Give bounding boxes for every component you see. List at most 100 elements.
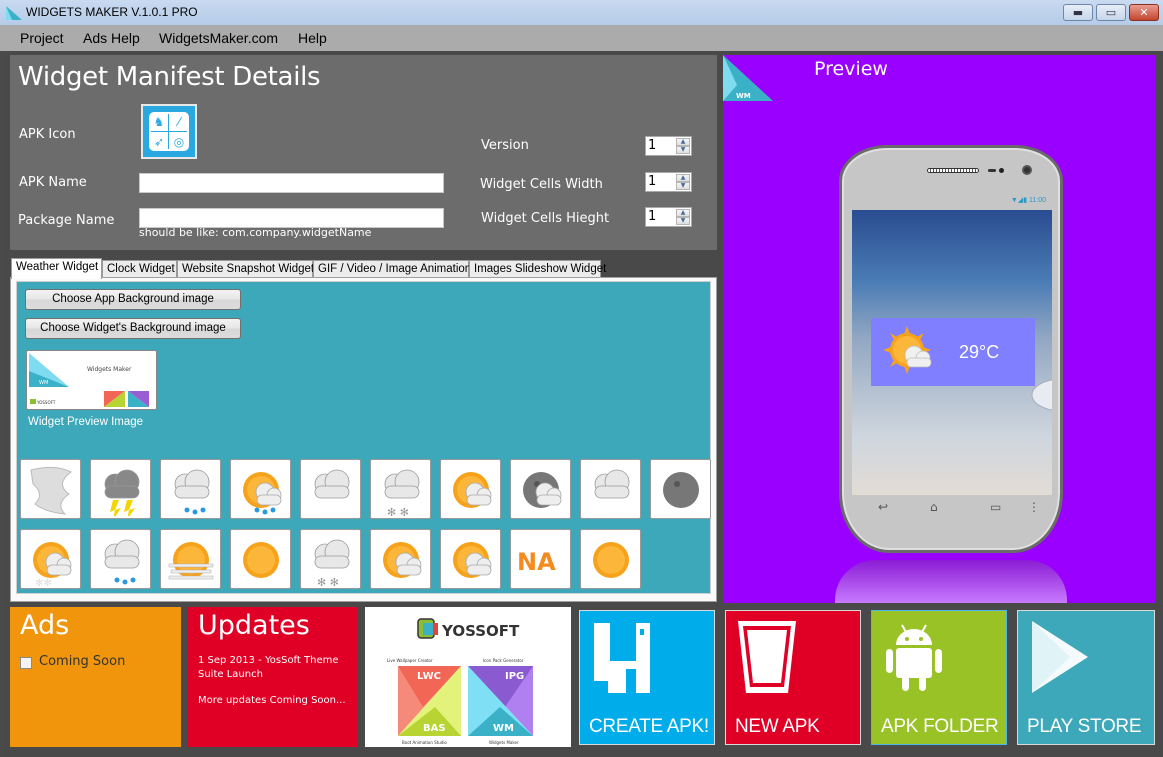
weather-icon-option[interactable]: ✻ ✻ — [300, 529, 361, 589]
moon-cloud-icon — [523, 472, 562, 508]
create-apk-button[interactable]: CREATE APK! — [579, 610, 715, 745]
apk-folder-button[interactable]: APK FOLDER — [871, 610, 1007, 745]
increment-icon[interactable]: ▲ — [676, 174, 690, 182]
thumb-title-text: Widgets Maker — [87, 366, 132, 373]
close-icon: ✕ — [1139, 6, 1149, 19]
tab-clock-widget[interactable]: Clock Widget — [102, 260, 177, 278]
recent-apps-icon[interactable]: ▭ — [990, 500, 1001, 514]
front-camera — [1022, 165, 1032, 175]
apk-icon-picker[interactable]: ♞ ⁄ ➶ ◎ — [141, 104, 197, 159]
choose-widget-background-button[interactable]: Choose Widget's Background image — [25, 318, 241, 339]
coming-soon-checkbox[interactable] — [20, 657, 32, 669]
package-name-label: Package Name — [18, 213, 115, 228]
cells-width-label: Widget Cells Width — [480, 177, 603, 192]
weather-icon-option[interactable] — [510, 459, 571, 519]
sun-cloud-icon — [383, 542, 422, 578]
weather-icon-option[interactable] — [370, 529, 431, 589]
thumb-wm-text: WM — [39, 380, 48, 386]
menu-help[interactable]: Help — [298, 30, 327, 46]
new-apk-label: NEW APK — [735, 716, 820, 737]
preview-title: Preview — [814, 58, 888, 80]
maximize-button[interactable]: ▭ — [1096, 4, 1126, 21]
weather-icon-option[interactable] — [160, 529, 221, 589]
weather-icon-option[interactable]: ✻✻ — [20, 529, 81, 589]
decrement-icon[interactable]: ▼ — [676, 146, 690, 154]
close-button[interactable]: ✕ — [1129, 4, 1159, 21]
phone-reflection — [835, 560, 1067, 603]
speaker-grill — [927, 168, 979, 173]
tab-website-snapshot-widget[interactable]: Website Snapshot Widget — [177, 260, 314, 278]
play-store-label: PLAY STORE — [1027, 716, 1142, 737]
snow-cloud-icon: ✻ ✻ — [384, 469, 420, 516]
not-available-icon: NA — [517, 548, 556, 576]
increment-icon[interactable]: ▲ — [676, 209, 690, 217]
hot-sun-icon — [593, 542, 629, 578]
night-snow-icon: ✻ ✻ — [314, 539, 350, 586]
rain-icon — [174, 469, 210, 515]
ads-tile: Ads Coming Soon — [10, 607, 181, 747]
weather-icon-option[interactable] — [90, 529, 151, 589]
tab-images-slideshow-widget[interactable]: Images Slideshow Widget — [469, 260, 606, 278]
decrement-icon[interactable]: ▼ — [676, 182, 690, 190]
bas-name: Boot Animation Studio — [402, 740, 447, 745]
phone-mockup: ▼◢▮ 11:00 29°C ↩ ⌂ ▭ ⋮ — [839, 145, 1063, 553]
preview-panel: WM Preview ▼◢▮ 11:00 29°C ↩ ⌂ ▭ ⋮ — [723, 55, 1155, 603]
apk-folder-label: APK FOLDER — [881, 716, 999, 737]
android-nav-bar: ↩ ⌂ ▭ ⋮ — [870, 500, 1040, 514]
wifi-icon: ▼ — [1010, 197, 1018, 204]
create-apk-label: CREATE APK! — [589, 716, 709, 737]
weather-icon-option[interactable] — [440, 459, 501, 519]
weather-icon-option[interactable] — [580, 529, 641, 589]
tab-gif-video-image-animation[interactable]: GIF / Video / Image Animation — [313, 260, 471, 278]
back-icon[interactable]: ↩ — [878, 500, 888, 514]
weather-icon-option[interactable] — [230, 529, 291, 589]
weather-widget-preview: 29°C — [871, 318, 1035, 386]
bat-ball-icon: ⁄ — [177, 115, 180, 129]
widget-preview-image[interactable]: WM Widgets Maker YOSSOFT — [26, 350, 157, 410]
battery-icon: ▮ — [1023, 197, 1028, 204]
choose-app-background-button[interactable]: Choose App Background image — [25, 289, 241, 310]
weather-icon-option[interactable] — [20, 459, 81, 519]
lwc-name: Live Wallpaper Creator — [387, 658, 433, 663]
partly-sunny-icon — [883, 326, 932, 374]
weather-icon-option[interactable] — [90, 459, 151, 519]
apk-name-input[interactable] — [139, 173, 444, 193]
yossoft-brand: YOSSOFT — [441, 622, 520, 640]
app-logo-icon — [6, 6, 22, 20]
weather-icon-option[interactable] — [230, 459, 291, 519]
weather-icon-option[interactable] — [440, 529, 501, 589]
weather-icon-option[interactable]: ✻ ✻ — [370, 459, 431, 519]
menu-widgetsmaker-com[interactable]: WidgetsMaker.com — [159, 30, 278, 46]
new-apk-button[interactable]: NEW APK — [725, 610, 861, 745]
minimize-button[interactable]: ▬ — [1063, 4, 1093, 21]
cells-height-stepper[interactable]: 1 ▲ ▼ — [645, 207, 692, 227]
home-icon[interactable]: ⌂ — [930, 500, 938, 514]
package-name-input[interactable] — [139, 208, 444, 228]
weather-icon-option[interactable] — [160, 459, 221, 519]
decrement-icon[interactable]: ▼ — [676, 217, 690, 225]
version-stepper[interactable]: 1 ▲ ▼ — [645, 136, 692, 156]
menu-dots-icon[interactable]: ⋮ — [1028, 500, 1040, 514]
wm-badge-text: WM — [736, 92, 751, 100]
menu-ads-help[interactable]: Ads Help — [83, 30, 140, 46]
menu-project[interactable]: Project — [20, 30, 64, 46]
yossoft-tile[interactable]: YOSSOFT Live Wallpaper Creator Icon Pack… — [365, 607, 571, 747]
weather-icon-option[interactable] — [580, 459, 641, 519]
weather-icon-option[interactable] — [300, 459, 361, 519]
increment-icon[interactable]: ▲ — [676, 138, 690, 146]
bas-code: BAS — [423, 723, 446, 734]
sun-snow-icon: ✻✻ — [33, 542, 72, 586]
weather-icon-option[interactable]: NA — [510, 529, 571, 589]
play-store-button[interactable]: PLAY STORE — [1017, 610, 1155, 745]
target-icon: ◎ — [173, 135, 185, 149]
tab-weather-widget[interactable]: Weather Widget — [11, 258, 102, 279]
sunny-icon — [243, 542, 279, 578]
maximize-icon: ▭ — [1105, 6, 1117, 19]
cells-width-stepper[interactable]: 1 ▲ ▼ — [645, 172, 692, 192]
status-time: 11:00 — [1029, 197, 1046, 204]
sensor — [999, 168, 1004, 173]
yossoft-banner: YOSSOFT Live Wallpaper Creator Icon Pack… — [387, 618, 533, 745]
svg-text:✻ ✻: ✻ ✻ — [317, 576, 339, 586]
weather-icon-option[interactable] — [650, 459, 711, 519]
ipg-name: Icon Pack Generator — [483, 658, 524, 663]
